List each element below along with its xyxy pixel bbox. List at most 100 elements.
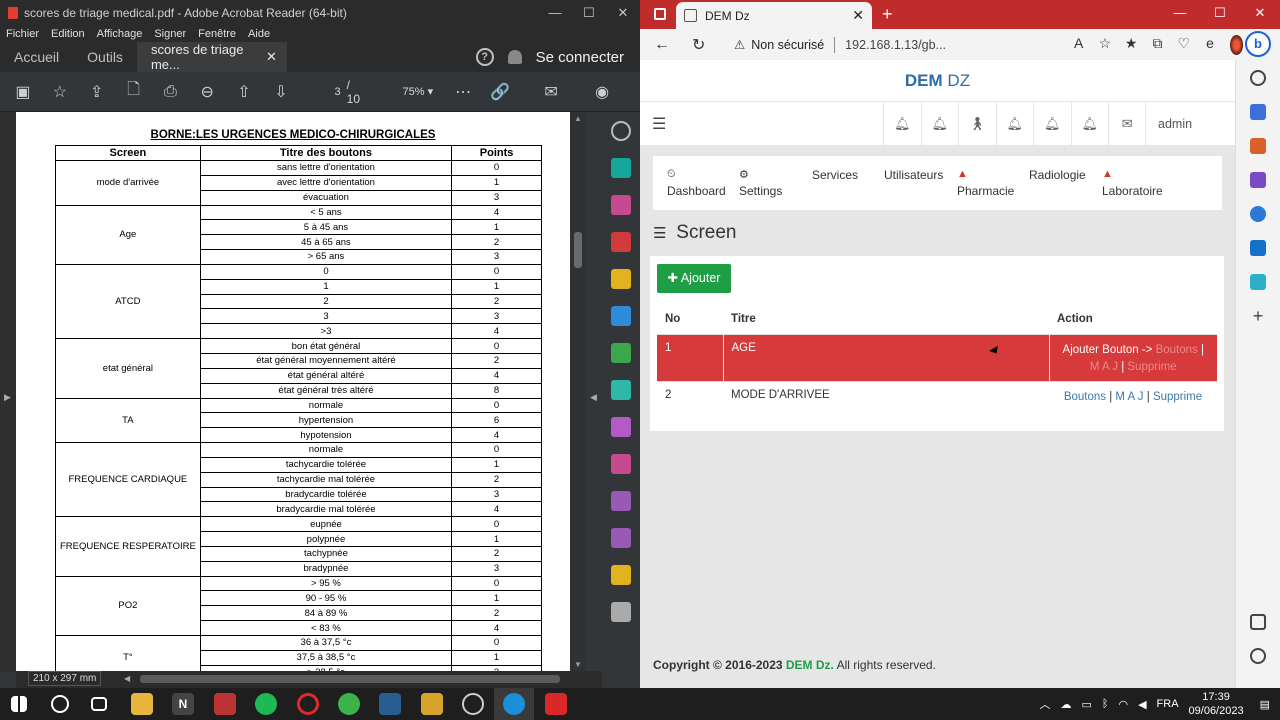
draw-icon[interactable] — [611, 528, 631, 548]
scroll-up-icon[interactable]: ▲ — [574, 114, 582, 123]
zoom-out-icon[interactable]: ⊖ — [196, 81, 218, 103]
favorite-icon[interactable]: ☆ — [1098, 35, 1112, 55]
menu-dashboard[interactable]: ⏲ Dashboard — [667, 168, 726, 198]
menu-laboratoire[interactable]: ▲ Laboratoire — [1102, 168, 1163, 198]
create-pdf-icon[interactable] — [611, 232, 631, 252]
compress-icon[interactable] — [611, 380, 631, 400]
boutons-link[interactable]: Boutons — [1064, 391, 1106, 403]
bing-copilot-button[interactable]: b — [1245, 31, 1271, 57]
wifi-icon[interactable]: ◠ — [1118, 698, 1128, 711]
search-icon[interactable] — [51, 695, 69, 713]
tab-outils[interactable]: Outils — [73, 49, 137, 65]
supprime-link[interactable]: Supprime — [1153, 391, 1202, 403]
user-menu[interactable]: admin — [1145, 102, 1192, 146]
collections-icon[interactable]: ⧉ — [1151, 35, 1164, 55]
bluetooth-icon[interactable]: ᛒ — [1102, 698, 1109, 710]
language-indicator[interactable]: FRA — [1157, 698, 1179, 710]
zoom-tool-icon[interactable] — [611, 121, 631, 141]
chevron-up-icon[interactable]: ︿ — [1039, 696, 1050, 712]
collapse-right-panel[interactable]: ◀ — [586, 112, 602, 671]
left-panel-strip[interactable]: ▶ — [0, 112, 16, 672]
mail-icon[interactable]: ✉ — [1108, 102, 1146, 146]
menu-signer[interactable]: Signer — [154, 28, 186, 40]
request-signature-icon[interactable] — [611, 491, 631, 511]
profile-avatar[interactable] — [1229, 34, 1243, 55]
menu-affichage[interactable]: Affichage — [97, 28, 143, 40]
favorites-icon[interactable]: ★ — [1125, 35, 1138, 55]
more-icon[interactable]: ⋯ — [452, 81, 474, 103]
notifications-icon[interactable]: ▤ — [1260, 698, 1270, 711]
edge-icon[interactable]: e — [1203, 35, 1216, 55]
upload-icon[interactable]: ⇪ — [86, 81, 108, 103]
notification-bell-icon[interactable]: 🔔︎ — [883, 102, 921, 146]
app-icon[interactable] — [379, 693, 401, 715]
save-icon[interactable]: ▣ — [12, 81, 34, 103]
help-icon[interactable]: ? — [475, 48, 494, 66]
notification-bell-icon[interactable]: 🔔︎ — [920, 102, 959, 146]
page-down-icon[interactable]: ⇩ — [270, 81, 292, 103]
task-view-icon[interactable] — [91, 697, 107, 711]
scroll-thumb[interactable] — [574, 232, 582, 268]
scroll-left-icon[interactable]: ◀ — [124, 674, 132, 684]
acrobat-taskbar-icon[interactable] — [545, 693, 567, 715]
split-screen-icon[interactable] — [1250, 614, 1266, 630]
collapse-icon[interactable]: ◀ — [590, 392, 597, 403]
minimize-icon[interactable]: — — [1160, 5, 1200, 21]
scroll-down-icon[interactable]: ▼ — [574, 660, 582, 669]
maximize-icon[interactable]: ☐ — [1200, 5, 1240, 21]
tools-more-icon[interactable] — [611, 602, 631, 622]
document-tab[interactable]: scores de triage me... ✕ — [136, 42, 287, 72]
document-search-icon[interactable]: 🗋 — [123, 81, 145, 103]
page-number-input[interactable]: 3 — [307, 86, 341, 98]
footer-brand[interactable]: DEM Dz. — [786, 658, 834, 672]
minimize-icon[interactable]: — — [538, 5, 572, 21]
table-row[interactable]: 1 AGE Ajouter Bouton -> Boutons | M A J … — [657, 333, 1217, 381]
tools-icon[interactable] — [1250, 138, 1266, 154]
onedrive-icon[interactable]: ☁ — [1060, 698, 1071, 711]
tab-accueil[interactable]: Accueil — [0, 49, 73, 65]
add-sidebar-icon[interactable]: + — [1250, 307, 1266, 325]
menu-pharmacie[interactable]: ▲ Pharmacie — [957, 168, 1014, 198]
warning-icon[interactable]: ⚠ — [734, 37, 745, 52]
boutons-link[interactable]: Boutons — [1156, 344, 1198, 356]
combine-files-icon[interactable] — [611, 306, 631, 326]
maximize-icon[interactable]: ☐ — [572, 5, 606, 21]
menu-services[interactable]: Services — [812, 168, 858, 182]
windows-start-icon[interactable] — [11, 696, 27, 712]
edit-pdf-icon[interactable] — [611, 343, 631, 363]
page-up-icon[interactable]: ⇧ — [233, 81, 255, 103]
spotify-icon[interactable] — [255, 693, 277, 715]
zoom-select[interactable]: 75% ▾ — [403, 85, 453, 98]
menu-settings[interactable]: ⚙ Settings — [739, 168, 782, 198]
notification-bell-icon[interactable]: 🔔︎ — [1033, 102, 1071, 146]
mail-icon[interactable]: ✉ — [540, 81, 562, 103]
comment-icon[interactable] — [611, 269, 631, 289]
outlook-icon[interactable] — [1250, 240, 1266, 256]
menu-edition[interactable]: Edition — [51, 28, 85, 40]
expand-left-icon[interactable]: ▶ — [4, 392, 11, 403]
back-icon[interactable]: ← — [654, 36, 678, 54]
notification-bell-icon[interactable]: 🔔︎ — [1070, 102, 1109, 146]
walking-person-icon[interactable]: 🚶︎ — [958, 102, 996, 146]
file-explorer-icon[interactable] — [131, 693, 153, 715]
sign-in-link[interactable]: Se connecter — [536, 49, 624, 66]
new-tab-icon[interactable]: + — [882, 4, 893, 25]
address-bar[interactable]: ⚠ Non sécurisé 192.168.1.13/gb... — [734, 36, 946, 53]
battery-icon[interactable]: ▭ — [1081, 698, 1091, 711]
document-viewer[interactable]: BORNE:LES URGENCES MEDICO-CHIRURGICALES … — [16, 112, 570, 671]
shopping-icon[interactable] — [1250, 104, 1266, 120]
browser-tab-dem[interactable]: DEM Dz ✕ — [676, 2, 872, 29]
search-icon[interactable] — [1250, 70, 1266, 86]
export-pdf-icon[interactable] — [611, 158, 631, 178]
health-icon[interactable]: ♡ — [1177, 35, 1190, 55]
opera-icon[interactable] — [297, 693, 319, 715]
user-search-icon[interactable]: ◉ — [591, 81, 613, 103]
menu-utilisateurs[interactable]: Utilisateurs — [884, 168, 943, 182]
protect-icon[interactable] — [611, 454, 631, 474]
hamburger-icon[interactable]: ☰ — [652, 114, 666, 134]
bell-icon[interactable] — [507, 50, 522, 64]
notification-bell-icon[interactable]: 🔔︎ — [995, 102, 1034, 146]
utorrent-icon[interactable] — [338, 693, 360, 715]
drop-icon[interactable] — [1250, 274, 1266, 290]
reload-icon[interactable]: ↻ — [692, 35, 716, 55]
